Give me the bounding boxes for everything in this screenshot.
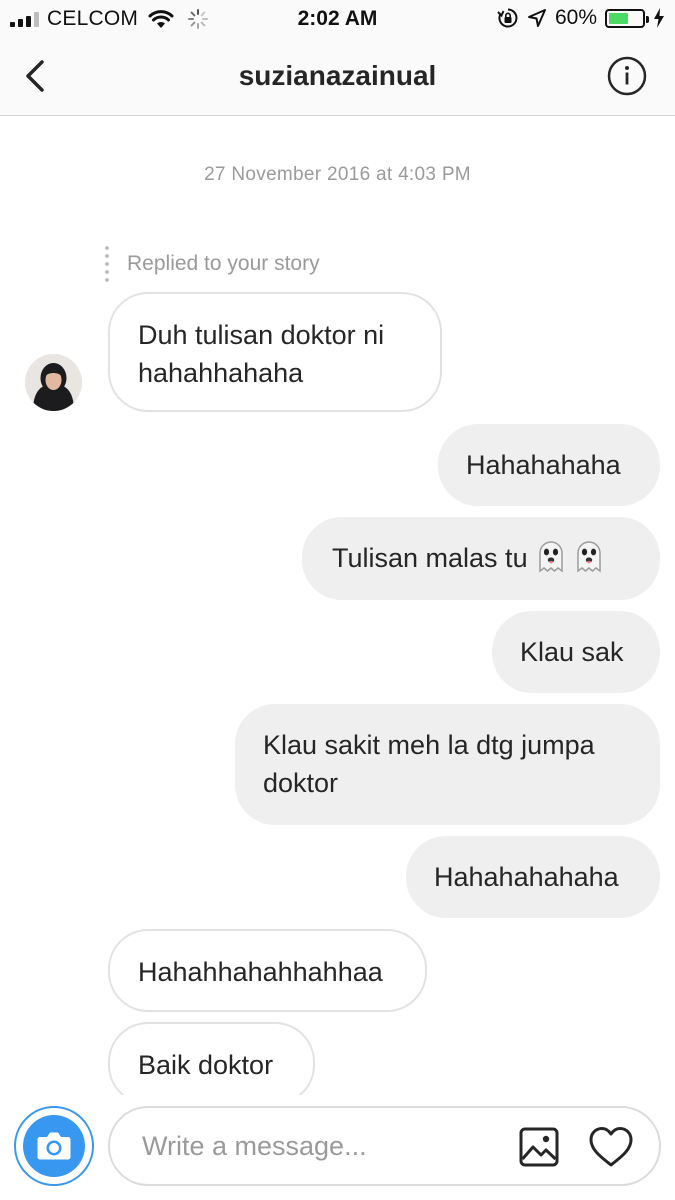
rotation-lock-icon	[497, 8, 518, 28]
emoji-group	[534, 539, 606, 573]
ghost-emoji	[576, 541, 601, 573]
camera-button[interactable]	[14, 1106, 94, 1186]
reply-dots-divider	[105, 244, 109, 284]
chat-timestamp: 27 November 2016 at 4:03 PM	[204, 164, 471, 185]
message-bubble-incoming[interactable]: Duh tulisan doktor ni hahahhahaha	[108, 292, 442, 412]
story-reply-note: Replied to your story	[105, 243, 320, 285]
battery-icon	[605, 8, 649, 28]
battery-percent: 60%	[554, 6, 597, 29]
story-reply-label: Replied to your story	[127, 252, 320, 275]
status-right: 60%	[497, 6, 665, 30]
message-bubble-outgoing[interactable]: Klau sak	[492, 611, 660, 693]
activity-spinner-icon	[188, 9, 209, 29]
message-bubble-incoming[interactable]: Baik doktor	[108, 1022, 315, 1105]
avatar-portrait-image	[25, 354, 82, 411]
charging-bolt-icon	[654, 8, 664, 28]
ghost-emoji	[538, 541, 563, 573]
signal-strength-icon	[10, 11, 39, 27]
camera-icon	[37, 1132, 71, 1160]
avatar[interactable]	[25, 354, 82, 411]
like-button[interactable]	[587, 1124, 635, 1170]
message-bubble-outgoing[interactable]: Klau sakit meh la dtg jumpa doktor	[235, 704, 660, 825]
back-button[interactable]	[18, 56, 54, 96]
gallery-icon	[519, 1127, 559, 1167]
message-text: Klau sak	[520, 637, 624, 667]
message-text: Baik doktor	[138, 1050, 274, 1080]
message-bubble-outgoing[interactable]: Tulisan malas tu	[302, 517, 660, 600]
gallery-button[interactable]	[518, 1126, 560, 1168]
message-text: Klau sakit meh la dtg jumpa doktor	[263, 730, 595, 798]
carrier-name: CELCOM	[47, 7, 139, 30]
message-composer	[0, 1095, 675, 1200]
message-bubble-incoming[interactable]: Hahahhahahhahhaa	[108, 929, 427, 1012]
message-bubble-outgoing[interactable]: Hahahahahaha	[406, 836, 660, 918]
message-input[interactable]	[142, 1124, 502, 1168]
info-circle-icon	[607, 56, 647, 96]
status-bar: CELCOM 2:02 AM 60%	[0, 0, 675, 36]
wifi-icon	[148, 10, 174, 28]
chevron-left-icon	[26, 60, 44, 92]
message-text: Hahahhahahhahhaa	[138, 957, 383, 987]
battery-level	[609, 12, 628, 24]
info-button[interactable]	[607, 56, 647, 96]
chat-header: suzianazainual	[0, 36, 675, 116]
message-text: Duh tulisan doktor ni hahahhahaha	[138, 320, 385, 388]
message-bubble-outgoing[interactable]: Hahahahaha	[438, 424, 660, 506]
status-left: CELCOM	[10, 7, 209, 31]
message-text: Hahahahahaha	[434, 862, 619, 892]
message-text: Hahahahaha	[466, 450, 621, 480]
location-arrow-icon	[527, 9, 546, 27]
heart-icon	[589, 1127, 633, 1167]
conversation-title: suzianazainual	[238, 60, 437, 91]
message-text: Tulisan malas tu	[332, 543, 528, 573]
message-field	[108, 1106, 661, 1186]
